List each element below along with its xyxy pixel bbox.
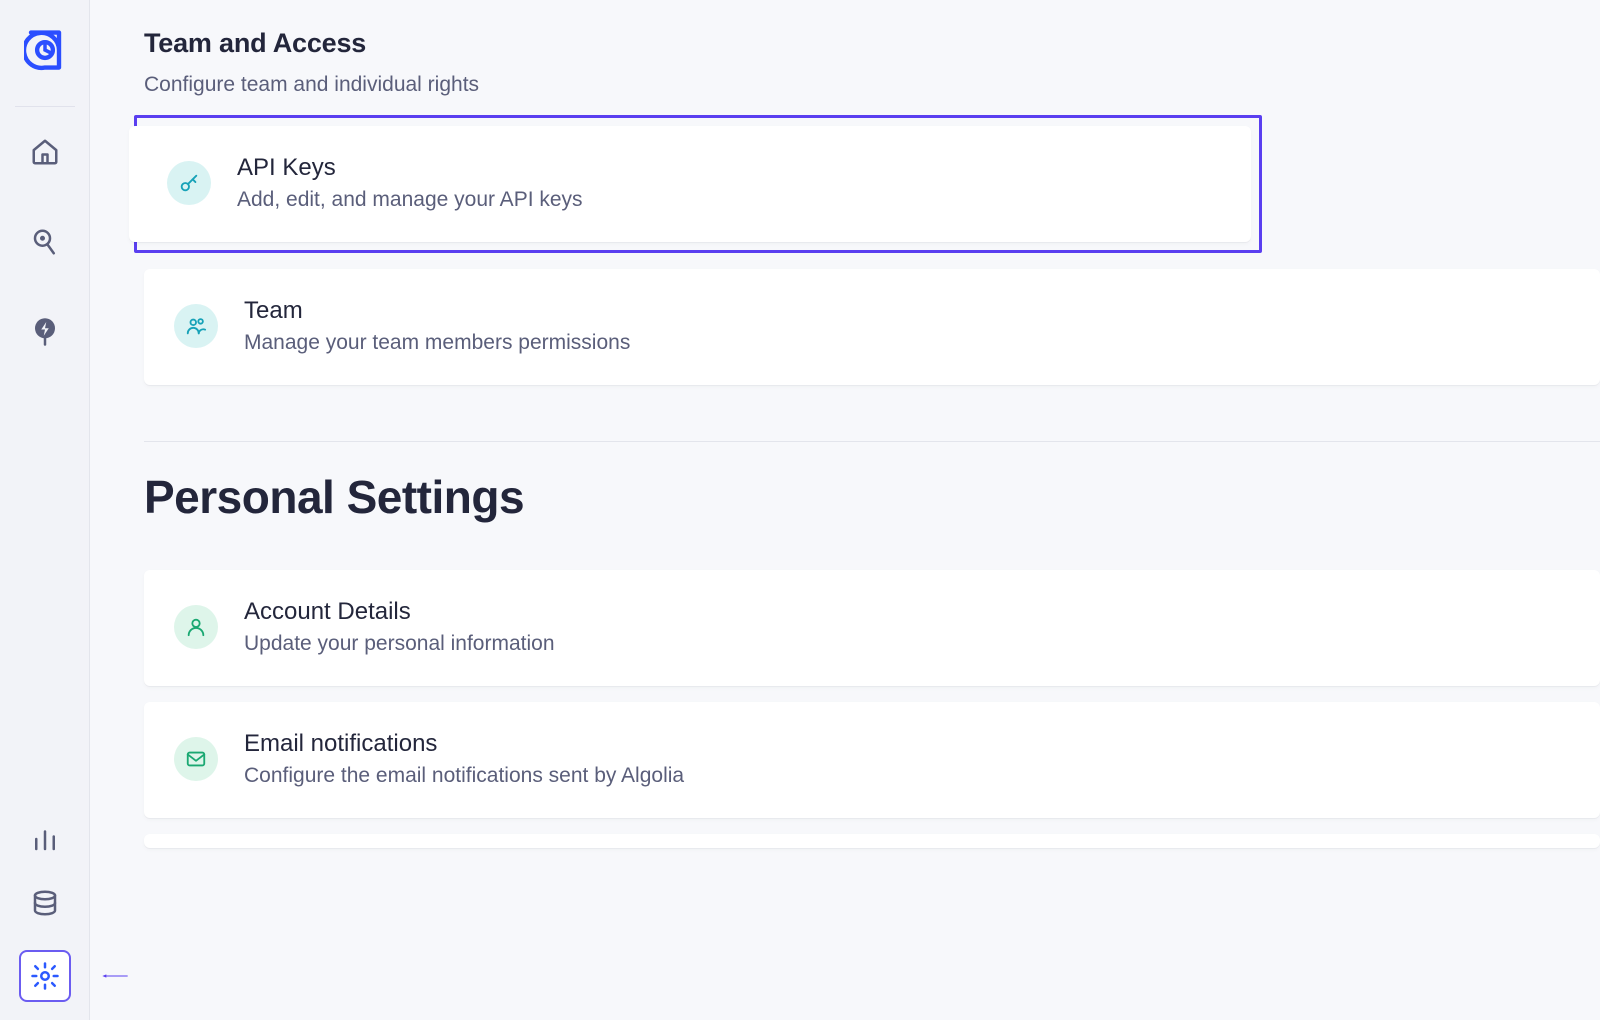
- database-icon[interactable]: [28, 886, 62, 920]
- key-icon: [167, 161, 211, 205]
- card-team[interactable]: Team Manage your team members permission…: [144, 269, 1600, 385]
- algolia-logo[interactable]: [24, 28, 66, 72]
- card-title: API Keys: [237, 154, 583, 182]
- card-email-notifications[interactable]: Email notifications Configure the email …: [144, 702, 1600, 818]
- section-header-team-access: Team and Access: [144, 28, 1600, 59]
- card-title: Account Details: [244, 598, 555, 626]
- mail-icon: [174, 737, 218, 781]
- team-icon: [174, 304, 218, 348]
- card-api-keys[interactable]: API Keys Add, edit, and manage your API …: [129, 126, 1251, 242]
- sidebar: [0, 0, 90, 1020]
- analytics-icon[interactable]: [28, 822, 62, 856]
- section-divider: [144, 441, 1600, 442]
- highlight-frame: API Keys Add, edit, and manage your API …: [134, 115, 1262, 253]
- home-icon[interactable]: [28, 135, 62, 169]
- main-content: Team and Access Configure team and indiv…: [90, 0, 1600, 1020]
- card-placeholder: [144, 834, 1600, 848]
- card-title: Team: [244, 297, 630, 325]
- search-icon[interactable]: [28, 225, 62, 259]
- user-icon: [174, 605, 218, 649]
- card-desc: Add, edit, and manage your API keys: [237, 188, 583, 212]
- card-desc: Update your personal information: [244, 632, 555, 656]
- settings-icon[interactable]: [19, 950, 71, 1002]
- bolt-pin-icon[interactable]: [28, 315, 62, 349]
- sidebar-divider: [15, 106, 75, 107]
- section-subtitle-team-access: Configure team and individual rights: [144, 73, 1600, 97]
- card-desc: Configure the email notifications sent b…: [244, 764, 684, 788]
- card-account-details[interactable]: Account Details Update your personal inf…: [144, 570, 1600, 686]
- card-title: Email notifications: [244, 730, 684, 758]
- card-desc: Manage your team members permissions: [244, 331, 630, 355]
- section-header-personal-settings: Personal Settings: [144, 470, 1600, 524]
